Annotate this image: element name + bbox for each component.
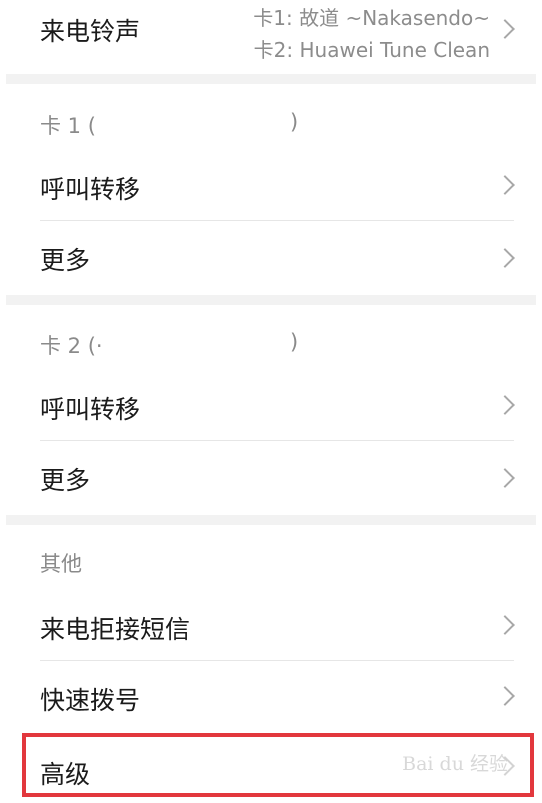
reject-sms-row[interactable]: 来电拒接短信: [0, 590, 542, 660]
section-separator: [6, 515, 536, 525]
baidu-watermark: Bai du 经验: [402, 753, 508, 775]
sim1-call-forwarding-row[interactable]: 呼叫转移: [0, 150, 542, 220]
speed-dial-label: 快速拨号: [40, 686, 141, 715]
sim2-call-forwarding-label: 呼叫转移: [40, 395, 141, 424]
chevron-right-icon: [495, 248, 515, 268]
sim1-header-close: ): [290, 110, 299, 134]
chevron-right-icon: [495, 175, 515, 195]
section-separator: [6, 74, 536, 84]
chevron-right-icon: [495, 19, 515, 39]
sim2-section-header: 卡 2 (·: [40, 330, 103, 360]
sim1-header-text: 卡 1 (: [40, 114, 96, 138]
sim2-header-close: ): [290, 330, 299, 354]
section-separator: [6, 295, 536, 305]
ringtone-label: 来电铃声: [40, 17, 141, 46]
sim1-more-row[interactable]: 更多: [0, 221, 542, 295]
chevron-right-icon: [495, 615, 515, 635]
ringtone-sim1-value: 卡1: 故道 ~Nakasendo~: [253, 6, 490, 30]
sim2-more-label: 更多: [40, 466, 91, 495]
ringtone-row[interactable]: 来电铃声 卡1: 故道 ~Nakasendo~ 卡2: Huawei Tune …: [0, 0, 542, 74]
reject-sms-label: 来电拒接短信: [40, 615, 191, 644]
sim2-more-row[interactable]: 更多: [0, 441, 542, 515]
sim1-more-label: 更多: [40, 246, 91, 275]
sim2-call-forwarding-row[interactable]: 呼叫转移: [0, 370, 542, 440]
chevron-right-icon: [495, 686, 515, 706]
sim2-header-text: 卡 2 (·: [40, 334, 103, 358]
chevron-right-icon: [495, 395, 515, 415]
ringtone-sim2-value: 卡2: Huawei Tune Clean: [253, 38, 490, 62]
sim1-call-forwarding-label: 呼叫转移: [40, 175, 141, 204]
other-section-header: 其他: [40, 552, 82, 576]
sim1-section-header: 卡 1 (: [40, 110, 96, 140]
chevron-right-icon: [495, 468, 515, 488]
speed-dial-row[interactable]: 快速拨号: [0, 661, 542, 731]
